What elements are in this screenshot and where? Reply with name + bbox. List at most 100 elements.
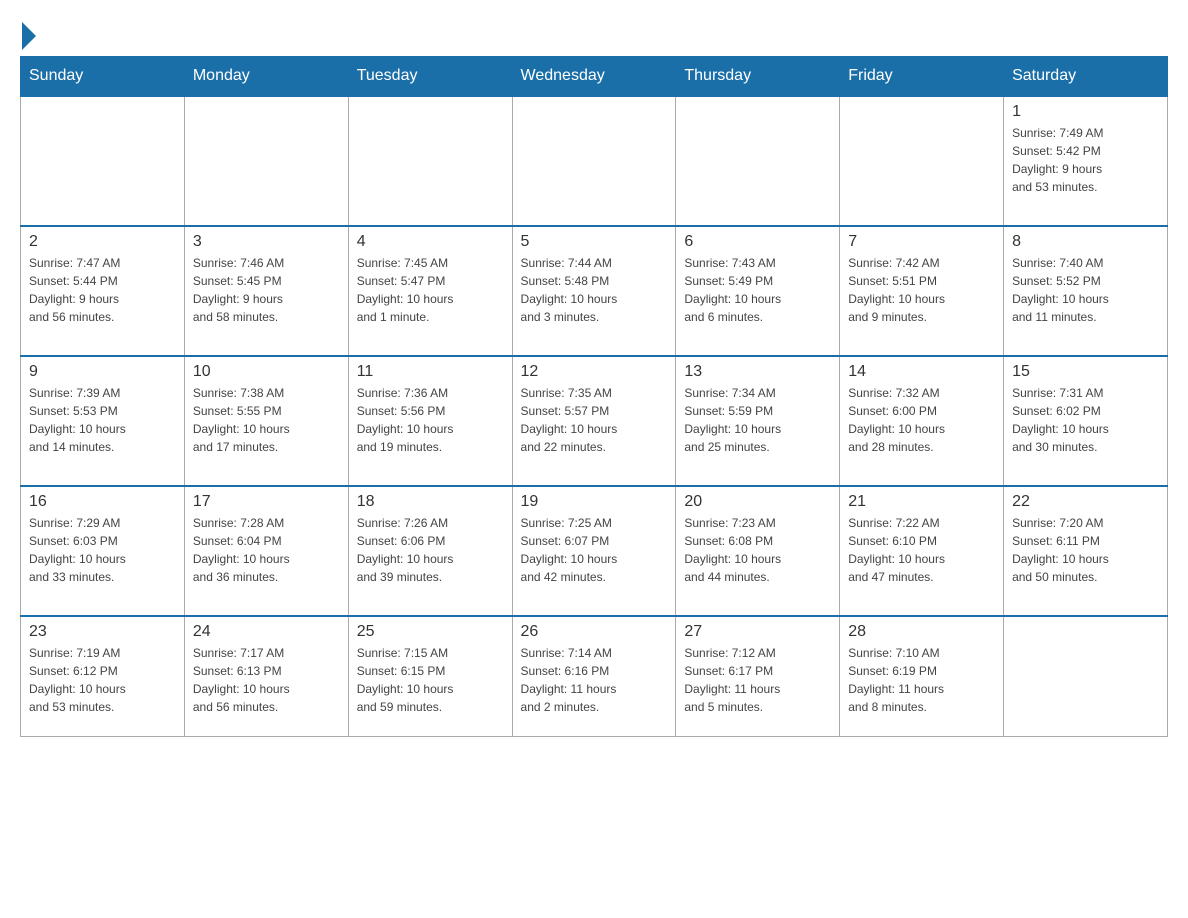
calendar-cell <box>1004 616 1168 736</box>
day-info: Sunrise: 7:23 AM Sunset: 6:08 PM Dayligh… <box>684 514 831 586</box>
calendar-cell: 19 Sunrise: 7:25 AM Sunset: 6:07 PM Dayli… <box>512 486 676 616</box>
calendar-cell: 21 Sunrise: 7:22 AM Sunset: 6:10 PM Dayli… <box>840 486 1004 616</box>
day-number: 19 <box>521 493 668 511</box>
day-info: Sunrise: 7:14 AM Sunset: 6:16 PM Dayligh… <box>521 644 668 716</box>
calendar-header-saturday: Saturday <box>1004 57 1168 97</box>
day-number: 13 <box>684 363 831 381</box>
day-info: Sunrise: 7:20 AM Sunset: 6:11 PM Dayligh… <box>1012 514 1159 586</box>
day-info: Sunrise: 7:45 AM Sunset: 5:47 PM Dayligh… <box>357 254 504 326</box>
calendar-cell: 14 Sunrise: 7:32 AM Sunset: 6:00 PM Dayli… <box>840 356 1004 486</box>
day-number: 24 <box>193 623 340 641</box>
calendar-cell <box>840 96 1004 226</box>
day-number: 4 <box>357 233 504 251</box>
week-row-2: 2 Sunrise: 7:47 AM Sunset: 5:44 PM Daylig… <box>21 226 1168 356</box>
calendar-cell: 1 Sunrise: 7:49 AM Sunset: 5:42 PM Daylig… <box>1004 96 1168 226</box>
day-info: Sunrise: 7:29 AM Sunset: 6:03 PM Dayligh… <box>29 514 176 586</box>
calendar-cell: 5Sunrise: 7:44 AM Sunset: 5:48 PM Daylig… <box>512 226 676 356</box>
day-info: Sunrise: 7:31 AM Sunset: 6:02 PM Dayligh… <box>1012 384 1159 456</box>
day-number: 10 <box>193 363 340 381</box>
day-number: 20 <box>684 493 831 511</box>
calendar-cell <box>512 96 676 226</box>
week-row-4: 16 Sunrise: 7:29 AM Sunset: 6:03 PM Dayli… <box>21 486 1168 616</box>
calendar-cell: 18 Sunrise: 7:26 AM Sunset: 6:06 PM Dayli… <box>348 486 512 616</box>
calendar-cell <box>21 96 185 226</box>
day-info: Sunrise: 7:25 AM Sunset: 6:07 PM Dayligh… <box>521 514 668 586</box>
calendar-cell: 26 Sunrise: 7:14 AM Sunset: 6:16 PM Dayli… <box>512 616 676 736</box>
day-info: Sunrise: 7:40 AM Sunset: 5:52 PM Dayligh… <box>1012 254 1159 326</box>
calendar-header-tuesday: Tuesday <box>348 57 512 97</box>
day-number: 22 <box>1012 493 1159 511</box>
calendar-cell: 25 Sunrise: 7:15 AM Sunset: 6:15 PM Dayli… <box>348 616 512 736</box>
day-info: Sunrise: 7:44 AM Sunset: 5:48 PM Dayligh… <box>521 254 668 326</box>
day-info: Sunrise: 7:36 AM Sunset: 5:56 PM Dayligh… <box>357 384 504 456</box>
calendar-cell: 2 Sunrise: 7:47 AM Sunset: 5:44 PM Daylig… <box>21 226 185 356</box>
calendar-cell: 28 Sunrise: 7:10 AM Sunset: 6:19 PM Dayli… <box>840 616 1004 736</box>
calendar-cell: 11 Sunrise: 7:36 AM Sunset: 5:56 PM Dayli… <box>348 356 512 486</box>
calendar-cell: 17 Sunrise: 7:28 AM Sunset: 6:04 PM Dayli… <box>184 486 348 616</box>
calendar-cell: 15 Sunrise: 7:31 AM Sunset: 6:02 PM Dayli… <box>1004 356 1168 486</box>
day-number: 25 <box>357 623 504 641</box>
day-info: Sunrise: 7:43 AM Sunset: 5:49 PM Dayligh… <box>684 254 831 326</box>
day-number: 17 <box>193 493 340 511</box>
day-info: Sunrise: 7:47 AM Sunset: 5:44 PM Dayligh… <box>29 254 176 326</box>
day-number: 11 <box>357 363 504 381</box>
day-number: 9 <box>29 363 176 381</box>
day-info: Sunrise: 7:12 AM Sunset: 6:17 PM Dayligh… <box>684 644 831 716</box>
day-info: Sunrise: 7:15 AM Sunset: 6:15 PM Dayligh… <box>357 644 504 716</box>
day-info: Sunrise: 7:26 AM Sunset: 6:06 PM Dayligh… <box>357 514 504 586</box>
calendar-header-wednesday: Wednesday <box>512 57 676 97</box>
calendar-cell: 23 Sunrise: 7:19 AM Sunset: 6:12 PM Dayli… <box>21 616 185 736</box>
day-info: Sunrise: 7:10 AM Sunset: 6:19 PM Dayligh… <box>848 644 995 716</box>
day-info: Sunrise: 7:22 AM Sunset: 6:10 PM Dayligh… <box>848 514 995 586</box>
day-number: 15 <box>1012 363 1159 381</box>
day-number: 14 <box>848 363 995 381</box>
week-row-5: 23 Sunrise: 7:19 AM Sunset: 6:12 PM Dayli… <box>21 616 1168 736</box>
calendar-cell: 13 Sunrise: 7:34 AM Sunset: 5:59 PM Dayli… <box>676 356 840 486</box>
calendar-cell <box>676 96 840 226</box>
day-number: 1 <box>1012 103 1159 121</box>
day-number: 23 <box>29 623 176 641</box>
week-row-3: 9Sunrise: 7:39 AM Sunset: 5:53 PM Daylig… <box>21 356 1168 486</box>
calendar-cell: 9Sunrise: 7:39 AM Sunset: 5:53 PM Daylig… <box>21 356 185 486</box>
day-number: 26 <box>521 623 668 641</box>
calendar-cell: 3Sunrise: 7:46 AM Sunset: 5:45 PM Daylig… <box>184 226 348 356</box>
page-header <box>20 20 1168 46</box>
day-info: Sunrise: 7:38 AM Sunset: 5:55 PM Dayligh… <box>193 384 340 456</box>
calendar-header-row: SundayMondayTuesdayWednesdayThursdayFrid… <box>21 57 1168 97</box>
week-row-1: 1 Sunrise: 7:49 AM Sunset: 5:42 PM Daylig… <box>21 96 1168 226</box>
calendar-cell: 20 Sunrise: 7:23 AM Sunset: 6:08 PM Dayli… <box>676 486 840 616</box>
day-number: 7 <box>848 233 995 251</box>
day-number: 2 <box>29 233 176 251</box>
calendar-header-friday: Friday <box>840 57 1004 97</box>
day-number: 18 <box>357 493 504 511</box>
day-number: 21 <box>848 493 995 511</box>
calendar-cell: 6 Sunrise: 7:43 AM Sunset: 5:49 PM Daylig… <box>676 226 840 356</box>
day-number: 3 <box>193 233 340 251</box>
day-number: 16 <box>29 493 176 511</box>
day-info: Sunrise: 7:17 AM Sunset: 6:13 PM Dayligh… <box>193 644 340 716</box>
logo-triangle-icon <box>22 22 36 50</box>
calendar-cell: 16 Sunrise: 7:29 AM Sunset: 6:03 PM Dayli… <box>21 486 185 616</box>
day-info: Sunrise: 7:34 AM Sunset: 5:59 PM Dayligh… <box>684 384 831 456</box>
logo <box>20 20 36 46</box>
calendar-header-monday: Monday <box>184 57 348 97</box>
day-number: 28 <box>848 623 995 641</box>
calendar-cell: 24 Sunrise: 7:17 AM Sunset: 6:13 PM Dayli… <box>184 616 348 736</box>
calendar-cell: 10 Sunrise: 7:38 AM Sunset: 5:55 PM Dayli… <box>184 356 348 486</box>
day-number: 8 <box>1012 233 1159 251</box>
calendar-cell <box>348 96 512 226</box>
calendar-cell: 8 Sunrise: 7:40 AM Sunset: 5:52 PM Daylig… <box>1004 226 1168 356</box>
calendar-cell: 7Sunrise: 7:42 AM Sunset: 5:51 PM Daylig… <box>840 226 1004 356</box>
day-info: Sunrise: 7:49 AM Sunset: 5:42 PM Dayligh… <box>1012 124 1159 196</box>
calendar-cell <box>184 96 348 226</box>
day-info: Sunrise: 7:32 AM Sunset: 6:00 PM Dayligh… <box>848 384 995 456</box>
calendar-cell: 12Sunrise: 7:35 AM Sunset: 5:57 PM Dayli… <box>512 356 676 486</box>
day-info: Sunrise: 7:19 AM Sunset: 6:12 PM Dayligh… <box>29 644 176 716</box>
day-number: 6 <box>684 233 831 251</box>
day-number: 27 <box>684 623 831 641</box>
calendar-header-thursday: Thursday <box>676 57 840 97</box>
day-info: Sunrise: 7:28 AM Sunset: 6:04 PM Dayligh… <box>193 514 340 586</box>
calendar-cell: 22 Sunrise: 7:20 AM Sunset: 6:11 PM Dayli… <box>1004 486 1168 616</box>
day-number: 12 <box>521 363 668 381</box>
calendar-header-sunday: Sunday <box>21 57 185 97</box>
